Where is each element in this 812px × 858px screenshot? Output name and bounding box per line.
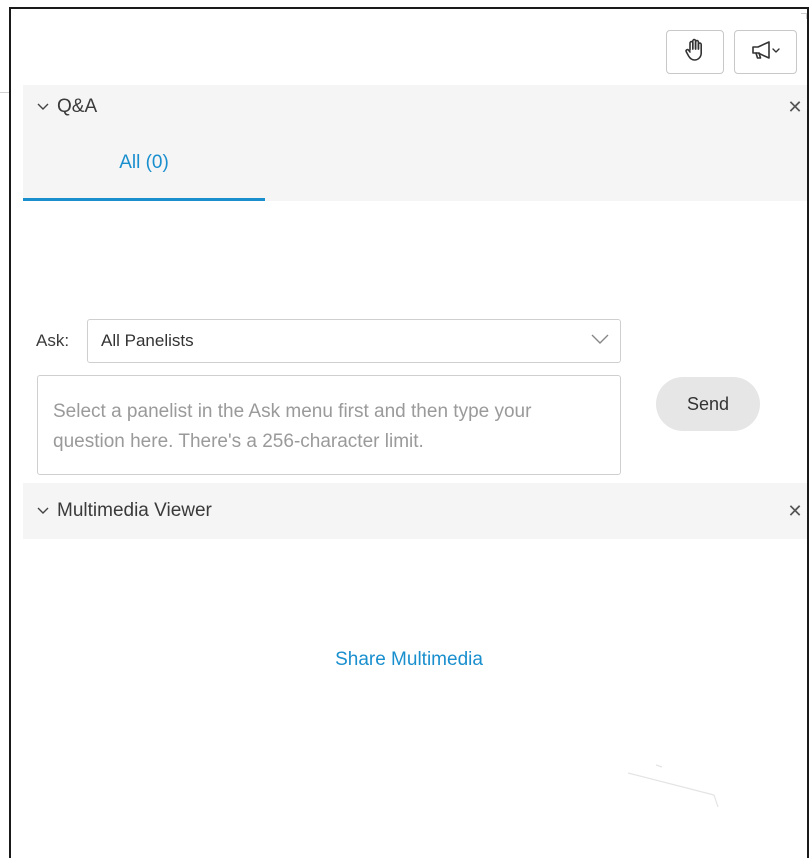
faint-line-artifact: [626, 759, 726, 814]
share-multimedia-link[interactable]: Share Multimedia: [11, 649, 807, 671]
send-button[interactable]: Send: [656, 377, 760, 431]
ask-label: Ask:: [36, 331, 70, 350]
raise-hand-icon: [684, 38, 706, 67]
multimedia-section-header[interactable]: Multimedia Viewer ✕: [23, 483, 807, 539]
chevron-down-icon: [37, 101, 49, 113]
megaphone-icon: [750, 39, 782, 66]
qa-close-icon[interactable]: ✕: [787, 97, 803, 118]
panel-window: Q&A ✕ All (0) Ask: All Panelists Select …: [9, 7, 809, 858]
qa-title: Q&A: [57, 96, 98, 117]
tab-all-label: All (0): [119, 152, 169, 173]
chevron-down-icon: [37, 505, 49, 517]
ask-selected-value: All Panelists: [101, 331, 194, 350]
multimedia-close-icon[interactable]: ✕: [787, 501, 803, 522]
qa-tab-bar: All (0): [23, 129, 807, 201]
ask-recipient-select[interactable]: All Panelists: [87, 319, 621, 363]
tab-selected-indicator: [23, 198, 265, 201]
raise-hand-button[interactable]: [666, 30, 724, 74]
qa-section-header[interactable]: Q&A ✕: [23, 85, 807, 129]
panel-toolbar: [11, 9, 807, 85]
chevron-down-icon: [590, 332, 610, 351]
multimedia-title: Multimedia Viewer: [57, 500, 212, 521]
question-input[interactable]: Select a panelist in the Ask menu first …: [37, 375, 621, 475]
tab-all[interactable]: All (0): [23, 129, 265, 201]
scroll-indicator: [801, 13, 807, 19]
announce-button[interactable]: [734, 30, 797, 74]
